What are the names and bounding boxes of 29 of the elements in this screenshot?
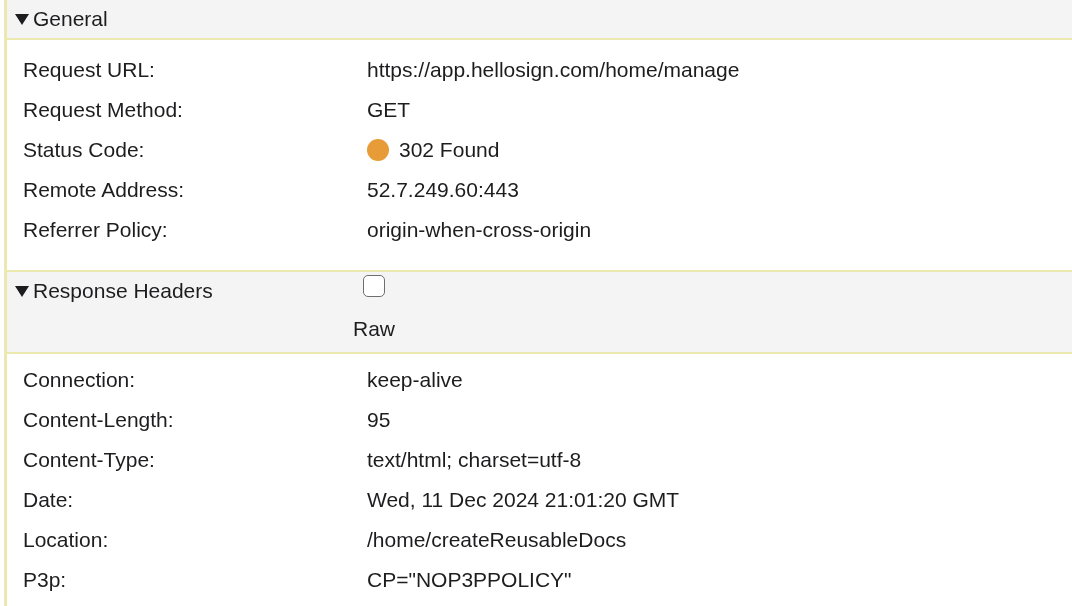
header-name: Request Method: bbox=[23, 97, 184, 124]
header-value: 302 Found bbox=[399, 137, 500, 164]
header-name: Remote Address: bbox=[23, 177, 186, 204]
header-value: Wed, 11 Dec 2024 21:01:20 GMT bbox=[367, 487, 680, 514]
section-title: General bbox=[33, 6, 108, 33]
header-value: keep-alive bbox=[367, 367, 463, 394]
header-name: Content-Type: bbox=[23, 447, 156, 474]
header-value: https://app.hellosign.com/home/manage bbox=[367, 57, 740, 84]
disclosure-triangle-icon bbox=[15, 13, 29, 25]
header-value: GET bbox=[367, 97, 411, 124]
section-title: Response Headers bbox=[33, 278, 213, 305]
header-value: origin-when-cross-origin bbox=[367, 217, 592, 244]
header-value: CP="NOP3PPOLICY" bbox=[367, 567, 572, 594]
header-value: 95 bbox=[367, 407, 391, 434]
header-name: Connection: bbox=[23, 367, 137, 394]
header-value: text/html; charset=utf-8 bbox=[367, 447, 582, 474]
header-name: Status Code: bbox=[23, 137, 146, 164]
header-name: Date: bbox=[23, 487, 75, 514]
header-value: 52.7.249.60:443 bbox=[367, 177, 519, 204]
header-name: Request URL: bbox=[23, 57, 156, 84]
header-name: P3p: bbox=[23, 567, 68, 594]
section-toggle[interactable]: Response Headers bbox=[15, 272, 355, 310]
raw-label: Raw bbox=[353, 316, 395, 342]
header-name: Referrer Policy: bbox=[23, 217, 169, 244]
header-name: Location: bbox=[23, 527, 110, 554]
disclosure-triangle-icon bbox=[15, 285, 29, 297]
header-name: Content-Length: bbox=[23, 407, 175, 434]
raw-checkbox[interactable] bbox=[363, 275, 385, 297]
header-value: /home/createReusableDocs bbox=[367, 527, 627, 554]
